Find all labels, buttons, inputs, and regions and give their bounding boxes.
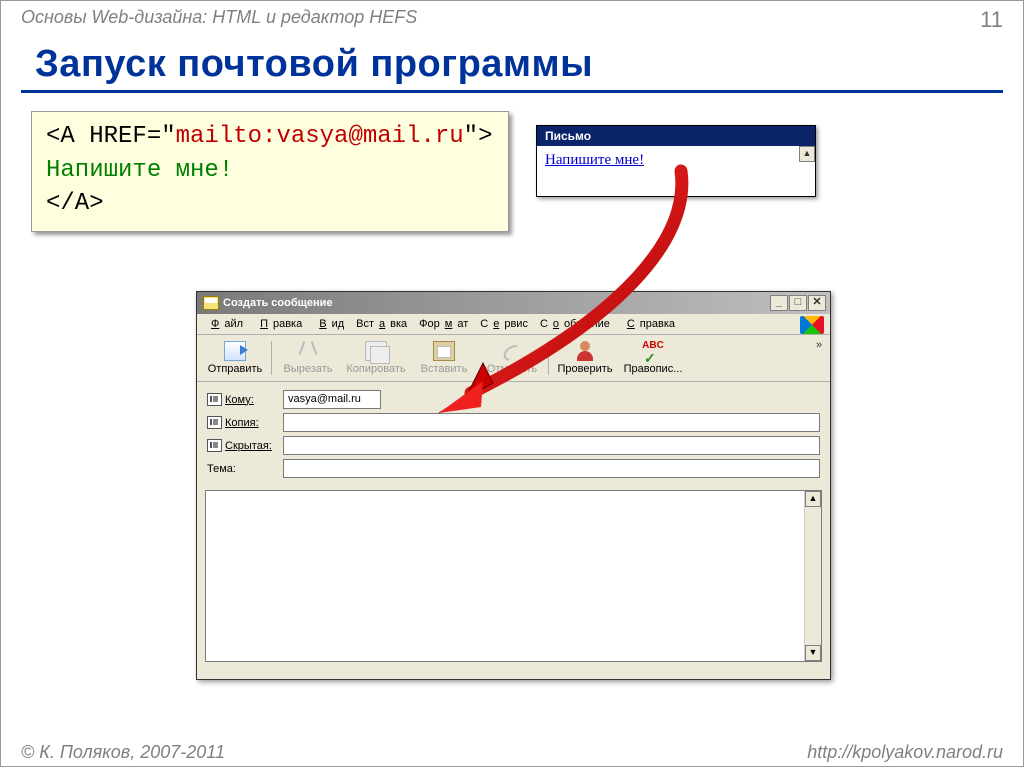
menu-insert[interactable]: Вставка — [351, 317, 412, 331]
cut-label: Вырезать — [284, 363, 333, 375]
scroll-up-icon[interactable]: ▲ — [805, 491, 821, 507]
menu-view[interactable]: Вид — [309, 317, 349, 331]
subject-field[interactable] — [283, 459, 820, 478]
maximize-button[interactable]: □ — [789, 295, 807, 311]
paste-icon — [433, 341, 455, 361]
subject-label: Тема: — [207, 463, 236, 475]
check-label: Проверить — [557, 363, 612, 375]
code-url: mailto:vasya@mail.ru — [176, 123, 464, 150]
code-kw: <A HREF=" — [46, 123, 176, 150]
compose-icon — [203, 296, 219, 310]
undo-icon — [501, 341, 523, 361]
menu-format[interactable]: Формат — [414, 317, 473, 331]
copy-icon — [365, 341, 387, 361]
cc-label[interactable]: Копия: — [225, 417, 259, 429]
menu-help[interactable]: Справка — [617, 317, 680, 331]
compose-toolbar: Отправить Вырезать Копировать Вставить О… — [197, 335, 830, 382]
send-button[interactable]: Отправить — [201, 339, 269, 377]
compose-title: Создать сообщение — [223, 297, 333, 309]
cut-button[interactable]: Вырезать — [274, 339, 342, 377]
footer-url: http://kpolyakov.narod.ru — [807, 742, 1003, 763]
compose-menu: Файл Правка Вид Вставка Формат Сервис Со… — [197, 314, 830, 335]
addressbook-icon[interactable] — [207, 416, 222, 429]
bcc-label[interactable]: Скрытая: — [225, 440, 272, 452]
undo-button[interactable]: Отменить — [478, 339, 546, 377]
scroll-down-icon[interactable]: ▼ — [805, 645, 821, 661]
copy-label: Копировать — [346, 363, 405, 375]
title-rule — [21, 90, 1003, 93]
menu-file[interactable]: Файл — [201, 317, 248, 331]
paste-label: Вставить — [421, 363, 468, 375]
preview-titlebar: Письмо — [537, 126, 815, 146]
body-scrollbar[interactable]: ▲ ▼ — [804, 491, 821, 661]
browser-preview: Письмо ▲ Напишите мне! — [536, 125, 816, 197]
check-button[interactable]: Проверить — [551, 339, 619, 377]
bcc-field[interactable] — [283, 436, 820, 455]
paste-button[interactable]: Вставить — [410, 339, 478, 377]
compose-window: Создать сообщение _ □ ✕ Файл Правка Вид … — [196, 291, 831, 680]
undo-label: Отменить — [487, 363, 537, 375]
cc-field[interactable] — [283, 413, 820, 432]
to-field[interactable]: vasya@mail.ru — [283, 390, 381, 409]
mailto-link[interactable]: Напишите мне! — [545, 152, 644, 168]
header-subject: Основы Web-дизайна: HTML и редактор HEFS — [21, 7, 417, 33]
close-button[interactable]: ✕ — [808, 295, 826, 311]
copy-button[interactable]: Копировать — [342, 339, 410, 377]
compose-titlebar[interactable]: Создать сообщение _ □ ✕ — [197, 292, 830, 314]
message-body[interactable]: ▲ ▼ — [205, 490, 822, 662]
send-icon — [224, 341, 246, 361]
abc-icon: ABC — [642, 341, 664, 361]
toolbar-separator2 — [548, 341, 549, 375]
code-sample: <A HREF="mailto:vasya@mail.ru"> Напишите… — [31, 111, 509, 232]
compose-fields: Кому: vasya@mail.ru Копия: Скрытая: Тема… — [197, 382, 830, 488]
addressbook-icon[interactable] — [207, 439, 222, 452]
code-content: Напишите мне! — [46, 157, 233, 184]
person-icon — [574, 341, 596, 361]
page-number: 11 — [980, 7, 1003, 33]
toolbar-more-icon[interactable]: » — [812, 339, 826, 351]
spell-button[interactable]: ABC Правопис... — [619, 339, 687, 377]
code-kw2: "> — [464, 123, 493, 150]
to-label[interactable]: Кому: — [225, 394, 254, 406]
menu-message[interactable]: Сообщение — [535, 317, 615, 331]
cut-icon — [297, 341, 319, 361]
send-label: Отправить — [208, 363, 263, 375]
menu-service[interactable]: Сервис — [475, 317, 533, 331]
toolbar-separator — [271, 341, 272, 375]
code-close: </A> — [46, 190, 104, 217]
preview-title: Письмо — [545, 129, 591, 143]
slide-title: Запуск почтовой программы — [35, 43, 1023, 86]
minimize-button[interactable]: _ — [770, 295, 788, 311]
addressbook-icon[interactable] — [207, 393, 222, 406]
footer-copyright: © К. Поляков, 2007-2011 — [21, 742, 225, 763]
scroll-up-icon[interactable]: ▲ — [799, 146, 815, 162]
windows-flag-icon — [800, 316, 824, 334]
menu-edit[interactable]: Правка — [250, 317, 307, 331]
